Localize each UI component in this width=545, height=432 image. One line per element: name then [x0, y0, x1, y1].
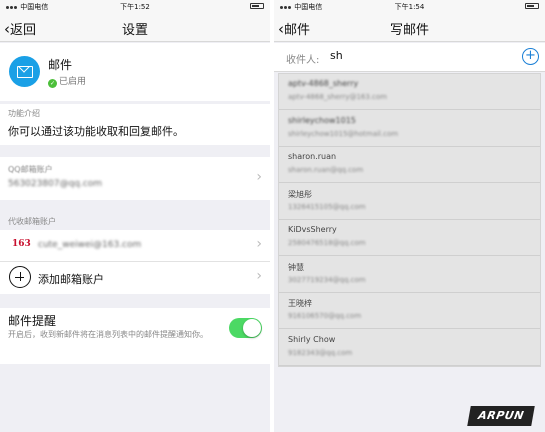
- contact-email: 1326415105@qq.com: [288, 202, 366, 211]
- contact-suggestion-item[interactable]: 钟慧 3027719234@qq.com: [279, 257, 540, 293]
- intro-label: 功能介绍: [8, 109, 40, 118]
- status-time: 下午1:54: [394, 3, 425, 11]
- feature-intro: 功能介绍 你可以通过该功能收取和回复邮件。: [0, 104, 270, 145]
- contact-email: 916106570@qq.com: [288, 312, 362, 320]
- page-title: 设置: [121, 23, 148, 38]
- contact-suggestion-item[interactable]: 梁旭彤 1326415105@qq.com: [279, 184, 540, 220]
- watermark-logo: ARPUN: [467, 406, 535, 426]
- contact-suggestion-item[interactable]: Shirly Chow 9182343@qq.com: [279, 330, 540, 366]
- plugin-name: 邮件: [48, 58, 73, 72]
- contact-suggestions: aptv-4868_sherry aptv-4868_sherry@163.com…: [278, 73, 541, 367]
- status-time: 下午1:52: [120, 3, 150, 11]
- contact-name: Shirly Chow: [288, 334, 336, 344]
- contact-suggestion-item[interactable]: shirleychow1015 shirleychow1015@hotmail.c…: [279, 111, 540, 147]
- qq-account-label: QQ邮箱账户: [8, 165, 53, 174]
- status-label: 已启用: [59, 77, 87, 87]
- compose-screen: 中国电信 下午1:54 ‹邮件 写邮件 收件人: + aptv-4868_she…: [274, 0, 545, 432]
- qq-mail-account-row[interactable]: QQ邮箱账户 563023807@qq.com ›: [0, 157, 270, 200]
- contact-suggestion-item[interactable]: aptv-4868_sherry aptv-4868_sherry@163.com: [279, 74, 540, 110]
- chevron-right-icon: ›: [256, 236, 262, 252]
- add-contact-button[interactable]: +: [522, 48, 539, 65]
- plugin-status: ✓ 已启用: [48, 74, 86, 88]
- contact-name: 王晓梓: [288, 299, 312, 308]
- check-icon: ✓: [48, 79, 57, 88]
- back-button[interactable]: ‹返回: [4, 19, 36, 38]
- notify-description: 开启后，收到新邮件将在消息列表中的邮件提醒通知你。: [8, 330, 208, 339]
- back-label: 返回: [10, 23, 37, 38]
- contact-suggestion-item[interactable]: sharon.ruan sharon.ruan@qq.com: [279, 147, 540, 183]
- recipient-row: 收件人: +: [274, 43, 545, 72]
- back-label: 邮件: [284, 23, 311, 38]
- contact-email: sharon.ruan@qq.com: [288, 166, 364, 174]
- contact-email: shirleychow1015@hotmail.com: [288, 129, 399, 138]
- contact-name: 钟慧: [288, 262, 304, 272]
- status-bar: 中国电信 下午1:52: [0, 0, 270, 12]
- agent-accounts: 163 cute_weiwei@163.com › 添加邮箱账户 ›: [0, 230, 270, 294]
- page-title: 写邮件: [389, 23, 429, 38]
- 163-logo-icon: 163: [12, 239, 31, 249]
- plus-circle-icon: [9, 266, 31, 288]
- chevron-right-icon: ›: [256, 268, 262, 284]
- notify-title: 邮件提醒: [8, 314, 57, 328]
- contact-email: aptv-4868_sherry@163.com: [288, 93, 387, 101]
- account-address: cute_weiwei@163.com: [38, 240, 142, 250]
- mail-icon: [9, 56, 40, 87]
- battery-icon: [250, 2, 264, 10]
- notification-toggle[interactable]: [229, 318, 262, 338]
- settings-screen: 中国电信 下午1:52 ‹返回 设置 邮件 ✓ 已启用 功能介绍 你可以通过该功能…: [0, 0, 270, 432]
- contact-name: shirleychow1015: [288, 115, 356, 125]
- navigation-bar: ‹返回 设置: [0, 12, 270, 42]
- qq-account-value: 563023807@qq.com: [8, 179, 103, 189]
- contact-suggestion-item[interactable]: KiDvsSherry 2580476518@qq.com: [279, 220, 540, 256]
- contact-email: 3027719234@qq.com: [288, 275, 366, 284]
- back-button[interactable]: ‹邮件: [278, 19, 310, 38]
- navigation-bar: ‹邮件 写邮件: [274, 12, 545, 42]
- contact-name: 梁旭彤: [288, 189, 312, 199]
- intro-text: 你可以通过该功能收取和回复邮件。: [8, 125, 184, 138]
- contact-name: KiDvsSherry: [288, 225, 337, 234]
- account-row-163[interactable]: 163 cute_weiwei@163.com ›: [0, 230, 270, 262]
- contact-email: 9182343@qq.com: [288, 348, 353, 357]
- chevron-right-icon: ›: [256, 169, 262, 185]
- agent-section-label: 代收邮箱账户: [8, 217, 56, 226]
- contact-email: 2580476518@qq.com: [288, 239, 366, 247]
- add-mail-account-button[interactable]: 添加邮箱账户 ›: [0, 262, 270, 294]
- mail-notification-row: 邮件提醒 开启后，收到新邮件将在消息列表中的邮件提醒通知你。: [0, 308, 270, 364]
- mail-plugin-card: 邮件 ✓ 已启用: [0, 43, 270, 101]
- contact-name: sharon.ruan: [288, 152, 337, 161]
- add-account-label: 添加邮箱账户: [38, 273, 104, 286]
- status-bar: 中国电信 下午1:54: [274, 0, 545, 12]
- battery-icon: [525, 2, 539, 10]
- contact-name: aptv-4868_sherry: [288, 79, 359, 88]
- contact-suggestion-item[interactable]: 王晓梓 916106570@qq.com: [279, 293, 540, 329]
- recipient-input[interactable]: [330, 49, 490, 62]
- recipient-label: 收件人:: [286, 55, 320, 66]
